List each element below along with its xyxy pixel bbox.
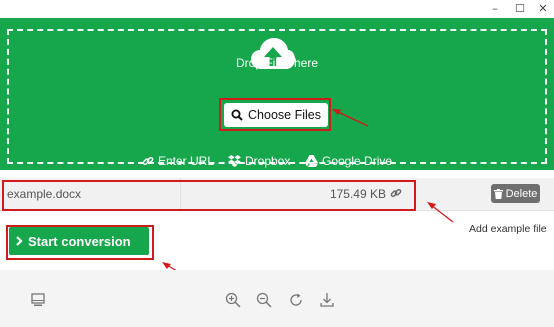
zoom-out-icon[interactable] <box>256 292 272 308</box>
refresh-icon[interactable] <box>288 292 304 308</box>
dropbox-label: Dropbox <box>245 154 291 168</box>
google-drive-icon <box>305 155 318 167</box>
file-row-highlight <box>2 180 416 211</box>
choose-files-highlight <box>219 98 331 131</box>
bottom-toolbar <box>0 270 554 327</box>
enter-url-label: Enter URL <box>158 154 215 168</box>
minimize-button[interactable]: – <box>484 0 506 16</box>
zoom-in-icon[interactable] <box>225 292 241 308</box>
monitor-icon[interactable] <box>30 292 46 308</box>
drop-zone[interactable]: Drop Files here Choose Files Enter URL D… <box>0 18 554 170</box>
google-drive-link[interactable]: Google Drive <box>305 154 392 168</box>
close-button[interactable]: ✕ <box>532 0 554 16</box>
add-example-annotation: Add example file <box>469 223 547 235</box>
dropbox-icon <box>228 155 241 167</box>
download-icon[interactable] <box>319 292 335 308</box>
delete-label: Delete <box>505 187 538 200</box>
drop-files-text: Drop Files here <box>235 56 319 70</box>
upload-sources: Enter URL Dropbox Google Drive <box>0 154 554 170</box>
google-drive-label: Google Drive <box>322 154 393 168</box>
link-icon <box>142 156 154 166</box>
window-titlebar: – ☐ ✕ <box>0 0 554 16</box>
trash-icon <box>493 188 503 199</box>
dropbox-link[interactable]: Dropbox <box>228 154 290 168</box>
start-conversion-highlight <box>6 225 154 260</box>
delete-button[interactable]: Delete <box>491 184 540 203</box>
maximize-button[interactable]: ☐ <box>509 0 531 16</box>
enter-url-link[interactable]: Enter URL <box>142 154 214 168</box>
